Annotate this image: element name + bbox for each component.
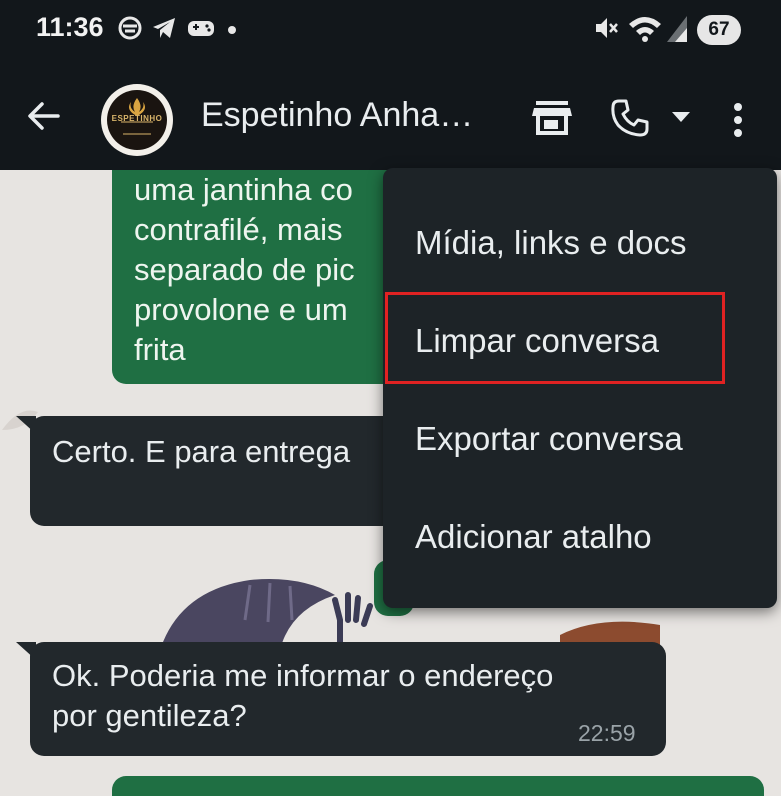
back-arrow-icon[interactable] (24, 96, 64, 136)
mute-icon (596, 18, 618, 38)
incoming-message-bubble[interactable]: Certo. E para entrega (30, 416, 430, 526)
signal-icon (667, 16, 687, 42)
store-icon[interactable] (530, 98, 574, 138)
avatar-text: ESPETINHO (111, 114, 163, 123)
menu-item-label: Mídia, links e docs (415, 224, 687, 261)
message-line: por gentileza? (52, 698, 247, 733)
outgoing-message-bubble-partial[interactable] (112, 776, 764, 796)
hedgehog-app-icon (118, 16, 142, 40)
message-line: contrafilé, mais (134, 212, 343, 247)
phone-icon[interactable] (610, 98, 650, 138)
message-line: provolone e um (134, 292, 348, 327)
menu-item-clear-chat[interactable]: Limpar conversa (383, 294, 777, 390)
menu-item-media[interactable]: Mídia, links e docs (383, 196, 777, 292)
message-timestamp: 22:59 (578, 720, 636, 746)
menu-item-label: Exportar conversa (415, 420, 683, 457)
message-line: frita (134, 332, 186, 367)
game-controller-icon (188, 21, 214, 36)
message-text: Certo. E para entrega (52, 434, 351, 469)
menu-item-export-chat[interactable]: Exportar conversa (383, 392, 777, 488)
bubble-tail (16, 416, 36, 434)
message-line: uma jantinha co (134, 172, 353, 207)
chat-header: ESPETINHO Espetinho Anha… (0, 62, 781, 170)
notification-dot (228, 26, 236, 34)
message-line: separado de pic (134, 252, 355, 287)
wifi-icon (629, 17, 661, 42)
message-line: Ok. Poderia me informar o endereço (52, 658, 554, 693)
call-dropdown-caret-icon[interactable] (672, 112, 690, 122)
status-time: 11:36 (36, 12, 104, 42)
more-vert-icon[interactable] (733, 102, 743, 138)
avatar-logo: ESPETINHO (107, 90, 167, 150)
menu-item-add-shortcut[interactable]: Adicionar atalho (383, 490, 777, 586)
contact-name[interactable]: Espetinho Anha… (201, 96, 473, 135)
contact-avatar[interactable]: ESPETINHO (101, 84, 173, 156)
menu-item-label: Limpar conversa (415, 322, 659, 359)
overflow-menu: Mídia, links e docs Limpar conversa Expo… (383, 168, 777, 608)
menu-item-label: Adicionar atalho (415, 518, 652, 555)
battery-icon: 67 (697, 15, 741, 45)
incoming-message-bubble[interactable]: Ok. Poderia me informar o endereço por g… (30, 642, 666, 756)
status-bar: 11:36 67 (0, 0, 781, 62)
outgoing-message-bubble[interactable]: uma jantinha co contrafilé, mais separad… (112, 170, 412, 384)
telegram-icon (153, 18, 175, 38)
